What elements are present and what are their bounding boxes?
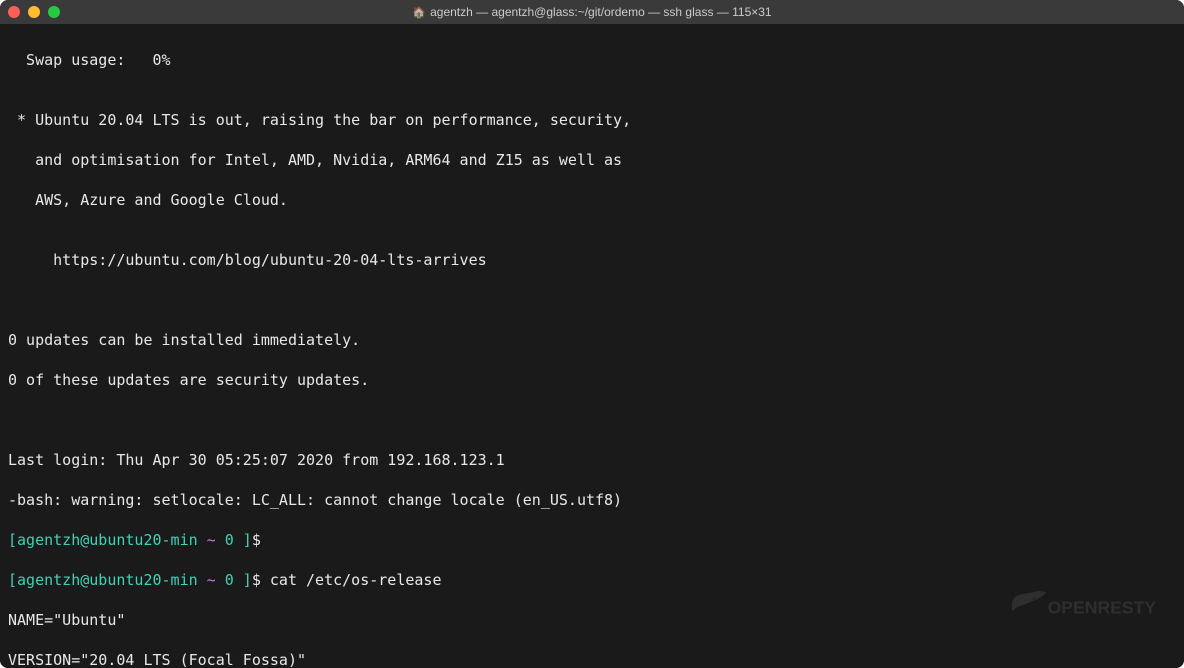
last-login: Last login: Thu Apr 30 05:25:07 2020 fro… (8, 450, 1176, 470)
prompt-exit-code: 0 (225, 531, 234, 549)
titlebar[interactable]: 🏠 agentzh — agentzh@glass:~/git/ordemo —… (0, 0, 1184, 24)
traffic-lights (8, 6, 60, 18)
prompt-tilde: ~ (198, 571, 225, 589)
motd-url: https://ubuntu.com/blog/ubuntu-20-04-lts… (8, 250, 1176, 270)
close-button[interactable] (8, 6, 20, 18)
motd-swap: Swap usage: 0% (8, 50, 1176, 70)
window-title-text: agentzh — agentzh@glass:~/git/ordemo — s… (430, 5, 771, 19)
prompt-tilde: ~ (198, 531, 225, 549)
motd-updates-1: 0 updates can be installed immediately. (8, 330, 1176, 350)
terminal-content[interactable]: Swap usage: 0% * Ubuntu 20.04 LTS is out… (0, 24, 1184, 668)
motd-ubuntu-2: and optimisation for Intel, AMD, Nvidia,… (8, 150, 1176, 170)
home-icon: 🏠 (412, 6, 426, 19)
prompt-line-1: [agentzh@ubuntu20-min ~ 0 ]$ (8, 530, 1176, 550)
prompt-line-2: [agentzh@ubuntu20-min ~ 0 ]$ cat /etc/os… (8, 570, 1176, 590)
prompt-exit-code: 0 (225, 571, 234, 589)
os-release-line: VERSION="20.04 LTS (Focal Fossa)" (8, 650, 1176, 668)
prompt-bracket: [ (8, 531, 17, 549)
prompt-dollar: $ (252, 531, 270, 549)
prompt-dollar: $ (252, 571, 270, 589)
motd-ubuntu-1: * Ubuntu 20.04 LTS is out, raising the b… (8, 110, 1176, 130)
prompt-user-host: agentzh@ubuntu20-min (17, 571, 198, 589)
prompt-bracket-close: ] (234, 531, 252, 549)
motd-ubuntu-3: AWS, Azure and Google Cloud. (8, 190, 1176, 210)
os-release-line: NAME="Ubuntu" (8, 610, 1176, 630)
window-title: 🏠 agentzh — agentzh@glass:~/git/ordemo —… (412, 5, 771, 19)
motd-updates-2: 0 of these updates are security updates. (8, 370, 1176, 390)
prompt-bracket: [ (8, 571, 17, 589)
prompt-user-host: agentzh@ubuntu20-min (17, 531, 198, 549)
bash-warning: -bash: warning: setlocale: LC_ALL: canno… (8, 490, 1176, 510)
maximize-button[interactable] (48, 6, 60, 18)
minimize-button[interactable] (28, 6, 40, 18)
prompt-bracket-close: ] (234, 571, 252, 589)
command-text: cat /etc/os-release (270, 571, 442, 589)
terminal-window: 🏠 agentzh — agentzh@glass:~/git/ordemo —… (0, 0, 1184, 668)
